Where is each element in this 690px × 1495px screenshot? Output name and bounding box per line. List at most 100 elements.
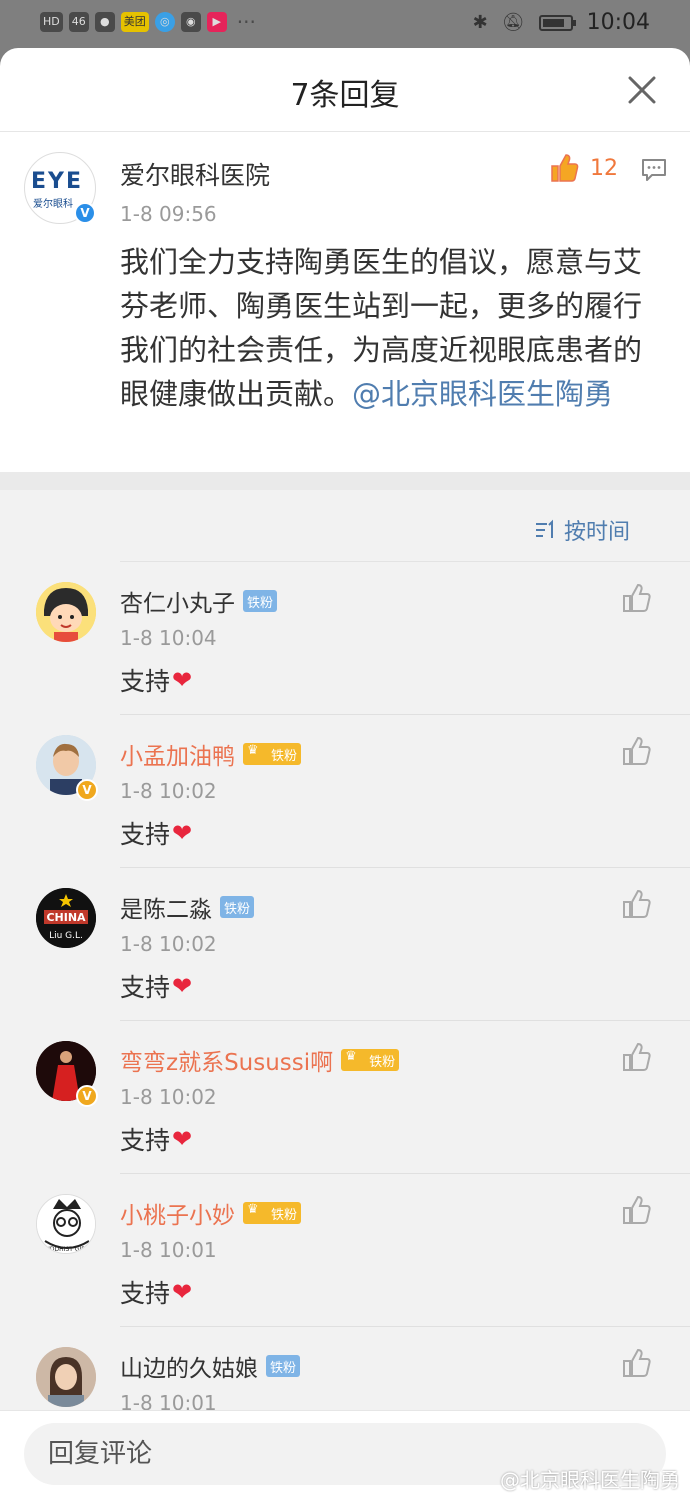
portrait-photo-avatar-icon: [36, 1347, 96, 1407]
heart-icon: ❤: [172, 1278, 193, 1306]
reply-like-button[interactable]: [620, 1194, 652, 1230]
thumbs-up-icon: [623, 736, 651, 765]
reply-text: 支持 ❤: [120, 968, 192, 1004]
sheet-header: 7条回复: [0, 48, 690, 132]
reply-text: 支持 ❤: [120, 662, 192, 698]
status-clock: 10:04: [586, 10, 650, 35]
reply-author-row: 是陈二淼 铁粉: [120, 890, 255, 924]
main-comment: EYE 爱尔眼科 V 爱尔眼科医院 1-8 09:56 12 我们全力支持陶勇医…: [0, 132, 690, 472]
reply-author-row: 弯弯z就系Susussi啊 ♛ 铁粉: [120, 1043, 400, 1077]
reply-list: 按时间 杏仁小丸子 铁粉 1-8 10:04 支持 ❤ V 小孟加油鸭 ♛ 铁粉…: [0, 472, 690, 1495]
browser-icon: ◎: [154, 12, 175, 32]
like-button[interactable]: 12: [548, 152, 618, 184]
status-right-icons: ✱ 🔕︎ 10:04: [473, 10, 650, 35]
buddhist-girls-avatar-icon: BUDDHIST GIRLS: [37, 1195, 95, 1253]
bluetooth-icon: ✱: [472, 12, 488, 33]
china-logo-avatar-icon: CHINA Liu G.L.: [36, 888, 96, 948]
verified-icon: V: [76, 779, 98, 801]
reply-text: 支持 ❤: [120, 1121, 192, 1157]
heart-icon: ❤: [172, 1125, 193, 1153]
verified-icon: V: [74, 202, 96, 224]
reply-time: 1-8 10:02: [120, 1085, 217, 1109]
reply-like-button[interactable]: [620, 1347, 652, 1383]
heart-icon: ❤: [172, 972, 193, 1000]
cartoon-avatar-icon: [36, 582, 96, 642]
reply-author-row: 小桃子小妙 ♛ 铁粉: [120, 1196, 302, 1230]
reply-item: CHINA Liu G.L. 是陈二淼 铁粉 1-8 10:02 支持 ❤: [0, 868, 690, 1021]
message-icon: ●: [94, 12, 115, 32]
reply-button[interactable]: [640, 156, 668, 188]
eye-logo: EYE: [31, 169, 83, 194]
reply-author-row: 杏仁小丸子 铁粉: [120, 584, 278, 618]
reply-like-button[interactable]: [620, 735, 652, 771]
fan-badge: 铁粉: [266, 1355, 301, 1377]
reply-item: V 小孟加油鸭 ♛ 铁粉 1-8 10:02 支持 ❤: [0, 715, 690, 868]
crown-icon: ♛: [247, 1202, 259, 1217]
avatar-text-china: CHINA: [46, 911, 86, 924]
sort-row: 按时间: [120, 490, 690, 562]
status-bar: HD 46 ● 美团 ◎ ◉ ▶ ··· ✱ 🔕︎ 10:04: [0, 0, 690, 48]
crown-icon: ♛: [345, 1049, 357, 1064]
crown-icon: ♛: [247, 743, 259, 758]
fan-badge-label: 铁粉: [271, 1207, 298, 1223]
fan-badge-label: 铁粉: [271, 748, 298, 764]
avatar[interactable]: CHINA Liu G.L.: [36, 888, 96, 948]
reply-text: 支持 ❤: [120, 815, 192, 851]
reply-time: 1-8 10:04: [120, 626, 217, 650]
heart-icon: ❤: [172, 819, 193, 847]
reply-body: 支持: [120, 667, 171, 696]
fan-badge: ♛ 铁粉: [341, 1049, 400, 1071]
hd-icon: HD: [40, 12, 63, 32]
avatar[interactable]: [36, 1347, 96, 1407]
eye-logo-subtitle: 爱尔眼科: [33, 199, 73, 210]
comment-text: 我们全力支持陶勇医生的倡议，愿意与艾芬老师、陶勇医生站到一起，更多的履行我们的社…: [120, 240, 660, 416]
status-left-icons: HD 46 ● 美团 ◎ ◉ ▶ ···: [40, 12, 256, 32]
comment-time: 1-8 09:56: [120, 202, 217, 226]
close-button[interactable]: [622, 70, 662, 110]
meituan-icon: 美团: [120, 12, 149, 32]
reply-author[interactable]: 山边的久姑娘: [120, 1349, 258, 1383]
reply-time: 1-8 10:01: [120, 1238, 217, 1262]
verified-icon: V: [76, 1085, 98, 1107]
reply-author[interactable]: 弯弯z就系Susussi啊: [120, 1043, 333, 1077]
reply-item: 杏仁小丸子 铁粉 1-8 10:04 支持 ❤: [0, 562, 690, 715]
music-icon: ▶: [206, 12, 227, 32]
thumbs-up-icon: [623, 1348, 651, 1377]
sheet-title: 7条回复: [290, 78, 400, 113]
reply-author[interactable]: 杏仁小丸子: [120, 584, 235, 618]
reply-body: 支持: [120, 973, 171, 1002]
reply-item: BUDDHIST GIRLS 小桃子小妙 ♛ 铁粉 1-8 10:01 支持 ❤: [0, 1174, 690, 1327]
reply-author-row: 山边的久姑娘 铁粉: [120, 1349, 301, 1383]
reply-like-button[interactable]: [620, 1041, 652, 1077]
sort-icon: [535, 519, 553, 538]
replies-sheet: 7条回复 EYE 爱尔眼科 V 爱尔眼科医院 1-8 09:56 12 我们全力…: [0, 48, 690, 1495]
heart-icon: ❤: [172, 666, 193, 694]
reply-author[interactable]: 小孟加油鸭: [120, 737, 235, 771]
avatar[interactable]: BUDDHIST GIRLS: [36, 1194, 96, 1254]
reply-body: 支持: [120, 820, 171, 849]
reply-author[interactable]: 是陈二淼: [120, 890, 212, 924]
fan-badge: 铁粉: [243, 590, 278, 612]
reply-author[interactable]: 小桃子小妙: [120, 1196, 235, 1230]
comment-author[interactable]: 爱尔眼科医院: [120, 156, 270, 192]
mention-link[interactable]: @北京眼科医生陶勇: [352, 377, 613, 411]
battery-icon: [538, 14, 576, 31]
fan-badge: ♛ 铁粉: [243, 743, 302, 765]
thumbs-up-icon: [623, 1042, 651, 1071]
sort-by-time-button[interactable]: 按时间: [534, 514, 630, 546]
thumbs-up-icon: [623, 889, 651, 918]
reply-text: 支持 ❤: [120, 1274, 192, 1310]
fan-badge-label: 铁粉: [369, 1054, 396, 1070]
weibo-icon: ◉: [180, 12, 201, 32]
more-notifications-icon: ···: [236, 10, 256, 34]
weibo-watermark-text: @北京眼科医生陶勇: [500, 1468, 680, 1492]
reply-author-row: 小孟加油鸭 ♛ 铁粉: [120, 737, 302, 771]
thumbs-up-icon: [623, 583, 651, 612]
avatar-text-buddhist: BUDDHIST GIRLS: [41, 1246, 92, 1253]
reply-like-button[interactable]: [620, 888, 652, 924]
reply-like-button[interactable]: [620, 582, 652, 618]
reply-body: 支持: [120, 1279, 171, 1308]
avatar[interactable]: [36, 582, 96, 642]
reply-item: V 弯弯z就系Susussi啊 ♛ 铁粉 1-8 10:02 支持 ❤: [0, 1021, 690, 1174]
fan-badge: 铁粉: [220, 896, 255, 918]
